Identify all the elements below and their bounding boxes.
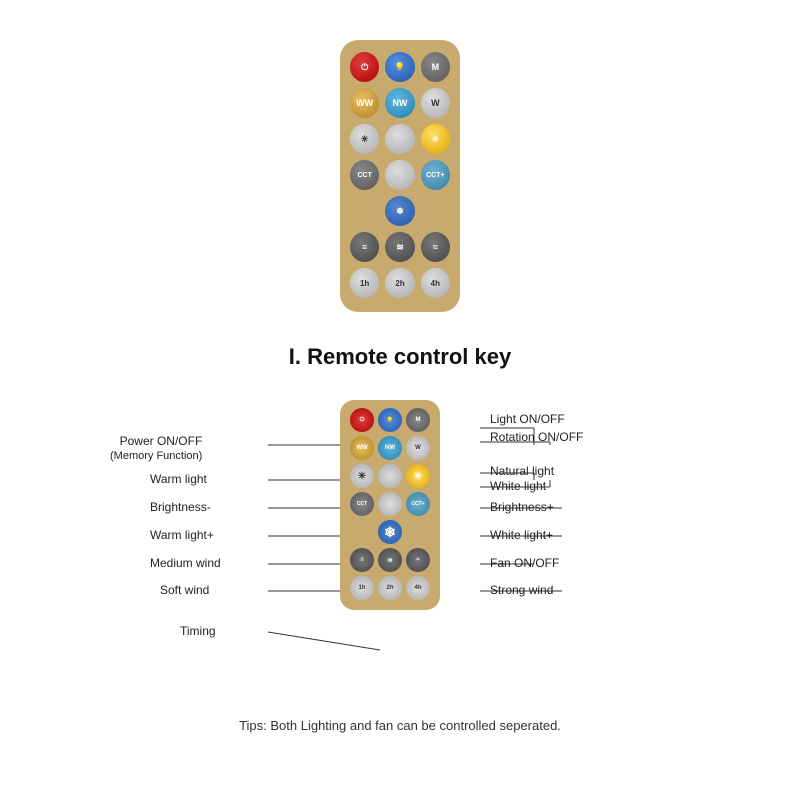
mini-1h-btn[interactable]: 1h	[350, 576, 374, 600]
mini-row-5: ❄	[347, 520, 433, 544]
row-1: ⏻ 💡 M	[350, 52, 450, 82]
mini-dim-btn[interactable]: ✳	[350, 464, 374, 488]
mini-blank2-btn	[378, 492, 402, 516]
mini-nw-btn[interactable]: NW	[378, 436, 402, 460]
mini-blank-btn	[378, 464, 402, 488]
mini-bright-btn[interactable]: ✳	[406, 464, 430, 488]
mini-cct-btn[interactable]: CCT	[350, 492, 374, 516]
nw-btn-top[interactable]: NW	[385, 88, 414, 118]
soft-btn-top[interactable]: ≡	[350, 232, 379, 262]
mini-row-7: 1h 2h 4h	[347, 576, 433, 600]
mini-m-btn[interactable]: M	[406, 408, 430, 432]
mini-row-6: ≡ ≋ ≈	[347, 548, 433, 572]
mini-row-1: ⏻ 💡 M	[347, 408, 433, 432]
warm-plus-label: Warm light+	[150, 528, 214, 542]
m-btn-top[interactable]: M	[421, 52, 450, 82]
mini-remote: ⏻ 💡 M WW NW W ✳ ✳ CCT CCT+ ❄ ≡ ≋ ≈ 1h	[340, 400, 440, 610]
med-btn-top[interactable]: ≋	[385, 232, 414, 262]
row-6: ≡ ≋ ≈	[350, 232, 450, 262]
natural-light-label: Natural light	[490, 464, 554, 478]
tips-text: Tips: Both Lighting and fan can be contr…	[0, 718, 800, 733]
brightness-plus-label: Brightness+	[490, 500, 554, 514]
rotation-onoff-label: Rotation ON/OFF	[490, 430, 583, 444]
bright-btn-top[interactable]: ✳	[421, 124, 450, 154]
light-btn-top[interactable]: 💡	[385, 52, 414, 82]
mini-strong-btn[interactable]: ≈	[406, 548, 430, 572]
strong-btn-top[interactable]: ≈	[421, 232, 450, 262]
dim-btn-top[interactable]: ✳	[350, 124, 379, 154]
2h-btn-top[interactable]: 2h	[385, 268, 414, 298]
mini-light-btn[interactable]: 💡	[378, 408, 402, 432]
w-btn-top[interactable]: W	[421, 88, 450, 118]
diagram-area: ⏻ 💡 M WW NW W ✳ ✳ CCT CCT+ ❄ ≡ ≋ ≈ 1h	[50, 390, 750, 700]
mini-4h-btn[interactable]: 4h	[406, 576, 430, 600]
timing-label: Timing	[180, 624, 216, 638]
mini-ww-btn[interactable]: WW	[350, 436, 374, 460]
mini-fan-btn[interactable]: ❄	[378, 520, 402, 544]
row-7: 1h 2h 4h	[350, 268, 450, 298]
1h-btn-top[interactable]: 1h	[350, 268, 379, 298]
mini-w-btn[interactable]: W	[406, 436, 430, 460]
mini-row-4: CCT CCT+	[347, 492, 433, 516]
blank-btn-top	[385, 124, 414, 154]
fan-btn-top[interactable]: ❄	[385, 196, 415, 226]
mini-med-btn[interactable]: ≋	[378, 548, 402, 572]
mini-2h-btn[interactable]: 2h	[378, 576, 402, 600]
brightness-minus-label: Brightness-	[150, 500, 211, 514]
remote-top: ⏻ 💡 M WW NW W ✳ ✳ CCT CCT+ ❄ ≡ ≋ ≈ 1h	[340, 40, 460, 312]
white-light-label: White light	[490, 479, 546, 493]
row-5: ❄	[350, 196, 450, 226]
mini-soft-btn[interactable]: ≡	[350, 548, 374, 572]
mini-power-btn[interactable]: ⏻	[350, 408, 374, 432]
section-title: I. Remote control key	[0, 344, 800, 370]
power-btn-top[interactable]: ⏻	[350, 52, 379, 82]
cct-btn-top[interactable]: CCT	[350, 160, 379, 190]
power-label: Power ON/OFF(Memory Function)	[110, 434, 202, 462]
4h-btn-top[interactable]: 4h	[421, 268, 450, 298]
cctplus-btn-top[interactable]: CCT+	[421, 160, 450, 190]
mini-row-3: ✳ ✳	[347, 464, 433, 488]
ww-btn-top[interactable]: WW	[350, 88, 379, 118]
row-4: CCT CCT+	[350, 160, 450, 190]
white-plus-label: White light+	[490, 528, 553, 542]
mini-cctplus-btn[interactable]: CCT+	[406, 492, 430, 516]
fan-onoff-label: Fan ON/OFF	[490, 556, 559, 570]
mini-row-2: WW NW W	[347, 436, 433, 460]
warm-light-label: Warm light	[150, 472, 207, 486]
blank2-btn-top	[385, 160, 414, 190]
medium-wind-label: Medium wind	[150, 556, 221, 570]
strong-wind-label: Strong wind	[490, 583, 553, 597]
light-onoff-label: Light ON/OFF	[490, 412, 565, 426]
soft-wind-label: Soft wind	[160, 583, 209, 597]
row-3: ✳ ✳	[350, 124, 450, 154]
row-2: WW NW W	[350, 88, 450, 118]
remote-top-section: ⏻ 💡 M WW NW W ✳ ✳ CCT CCT+ ❄ ≡ ≋ ≈ 1h	[0, 0, 800, 312]
